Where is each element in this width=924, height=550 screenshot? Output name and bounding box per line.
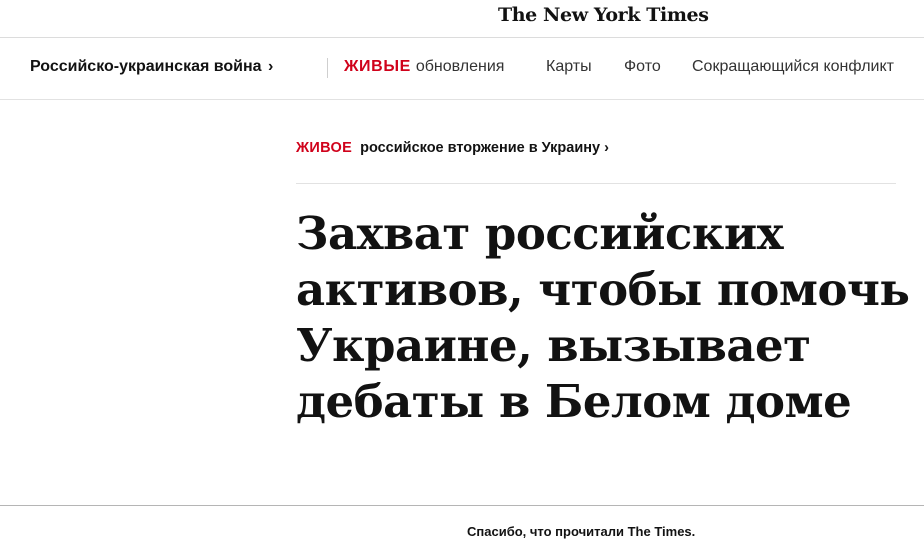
nav-item-maps[interactable]: Карты <box>546 58 592 76</box>
footer-thanks-text: Спасибо, что прочитали The Times. <box>467 524 696 539</box>
article-kicker[interactable]: ЖИВОЕ российское вторжение в Украину › <box>296 140 896 184</box>
nav-live-updates[interactable]: ЖИВЫЕ обновления <box>344 58 504 76</box>
article-headline: Захват российских активов, чтобы помочь … <box>296 207 910 428</box>
kicker-text: российское вторжение в Украину <box>360 140 601 156</box>
topic-title-label: Российско-украинская война <box>30 58 262 75</box>
footer-bar: Спасибо, что прочитали The Times. <box>0 505 924 550</box>
live-tag: ЖИВЫЕ <box>344 58 411 75</box>
nav-item-shrinking-conflict[interactable]: Сокращающийся конфликт <box>692 58 894 76</box>
masthead: The New York Times <box>0 0 924 38</box>
topic-title-link[interactable]: Российско-украинская война › <box>30 58 273 76</box>
nav-live-label: обновления <box>415 58 505 75</box>
chevron-right-icon: › <box>604 140 609 156</box>
topic-divider <box>327 58 328 78</box>
chevron-right-icon: › <box>268 58 274 75</box>
topic-bar: Российско-украинская война › ЖИВЫЕ обновл… <box>0 38 924 100</box>
nyt-logo[interactable]: The New York Times <box>498 4 709 26</box>
nav-item-photos[interactable]: Фото <box>624 58 661 76</box>
kicker-live-tag: ЖИВОЕ <box>296 140 353 156</box>
